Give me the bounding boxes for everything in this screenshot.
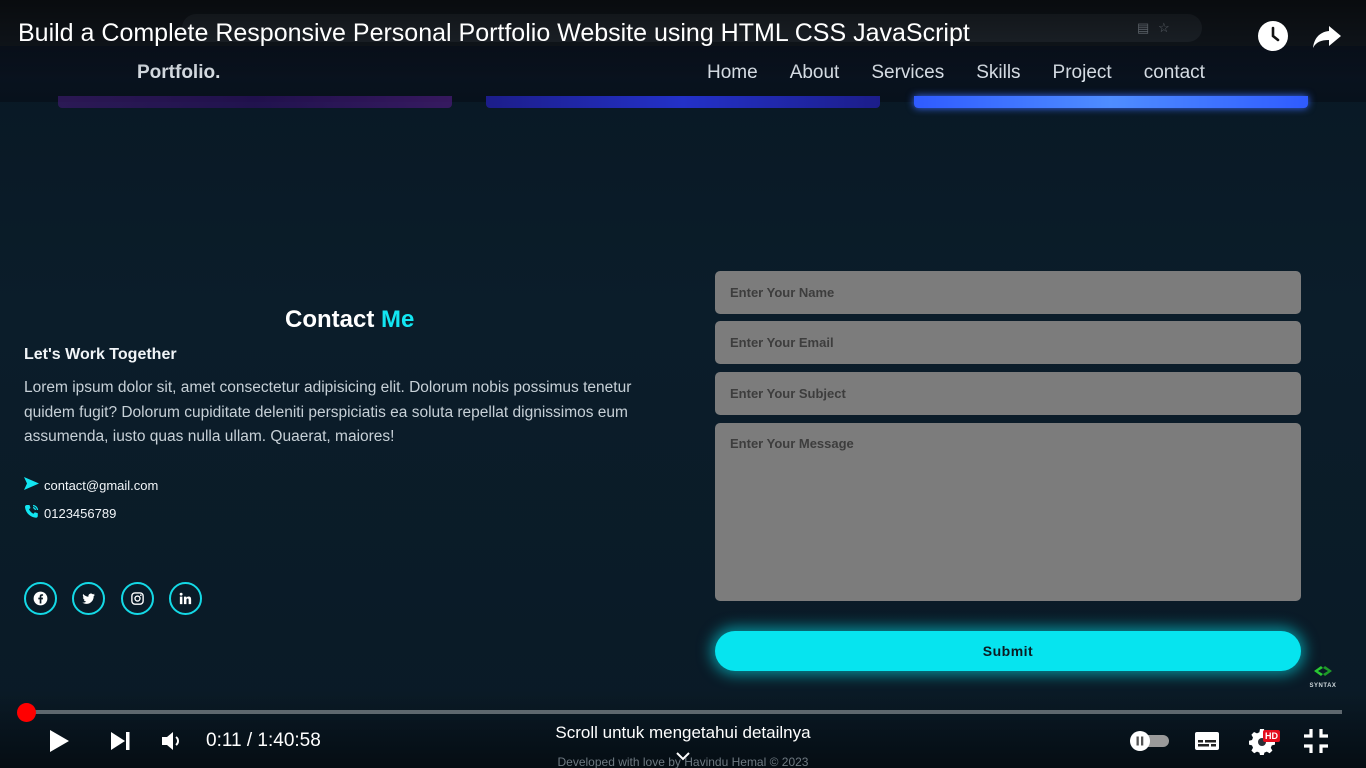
contact-phone[interactable]: 0123456789 — [44, 506, 116, 521]
syntax-logo-icon — [1314, 666, 1332, 676]
video-title[interactable]: Build a Complete Responsive Personal Por… — [18, 19, 970, 48]
linkedin-icon[interactable] — [169, 582, 202, 615]
name-input[interactable] — [715, 271, 1301, 314]
watch-later-icon[interactable] — [1257, 20, 1289, 52]
instagram-icon[interactable] — [121, 582, 154, 615]
project-card-3 — [914, 96, 1308, 108]
subtitles-icon[interactable] — [1193, 727, 1221, 755]
facebook-icon[interactable] — [24, 582, 57, 615]
watermark-text: SYNTAX — [1309, 683, 1337, 689]
contact-email[interactable]: contact@gmail.com — [44, 478, 158, 493]
twitter-icon[interactable] — [72, 582, 105, 615]
paper-plane-icon — [24, 477, 39, 493]
hd-badge: HD — [1263, 730, 1280, 742]
contact-title-accent: Me — [381, 306, 415, 333]
contact-phone-row: 0123456789 — [24, 504, 116, 522]
contact-email-row: contact@gmail.com — [24, 477, 158, 493]
contact-title: Contact Me — [285, 306, 414, 334]
exit-fullscreen-icon[interactable] — [1302, 727, 1330, 755]
subject-input[interactable] — [715, 372, 1301, 415]
syntax-watermark: SYNTAX — [1305, 664, 1341, 689]
message-textarea[interactable] — [715, 423, 1301, 601]
footer-credit: Developed with love by Havindu Hemal © 2… — [557, 755, 809, 768]
phone-icon — [24, 504, 39, 522]
progress-scrubber[interactable] — [17, 703, 36, 722]
contact-title-main: Contact — [285, 306, 381, 333]
progress-bar[interactable] — [26, 710, 1342, 714]
contact-paragraph: Lorem ipsum dolor sit, amet consectetur … — [24, 379, 632, 445]
email-input[interactable] — [715, 321, 1301, 364]
project-card-2 — [486, 96, 880, 108]
contact-subheading: Let's Work Together — [24, 346, 177, 363]
autoplay-toggle[interactable] — [1129, 727, 1171, 755]
project-card-1 — [58, 96, 452, 108]
share-icon[interactable] — [1311, 20, 1343, 52]
submit-button[interactable]: Submit — [715, 631, 1301, 671]
